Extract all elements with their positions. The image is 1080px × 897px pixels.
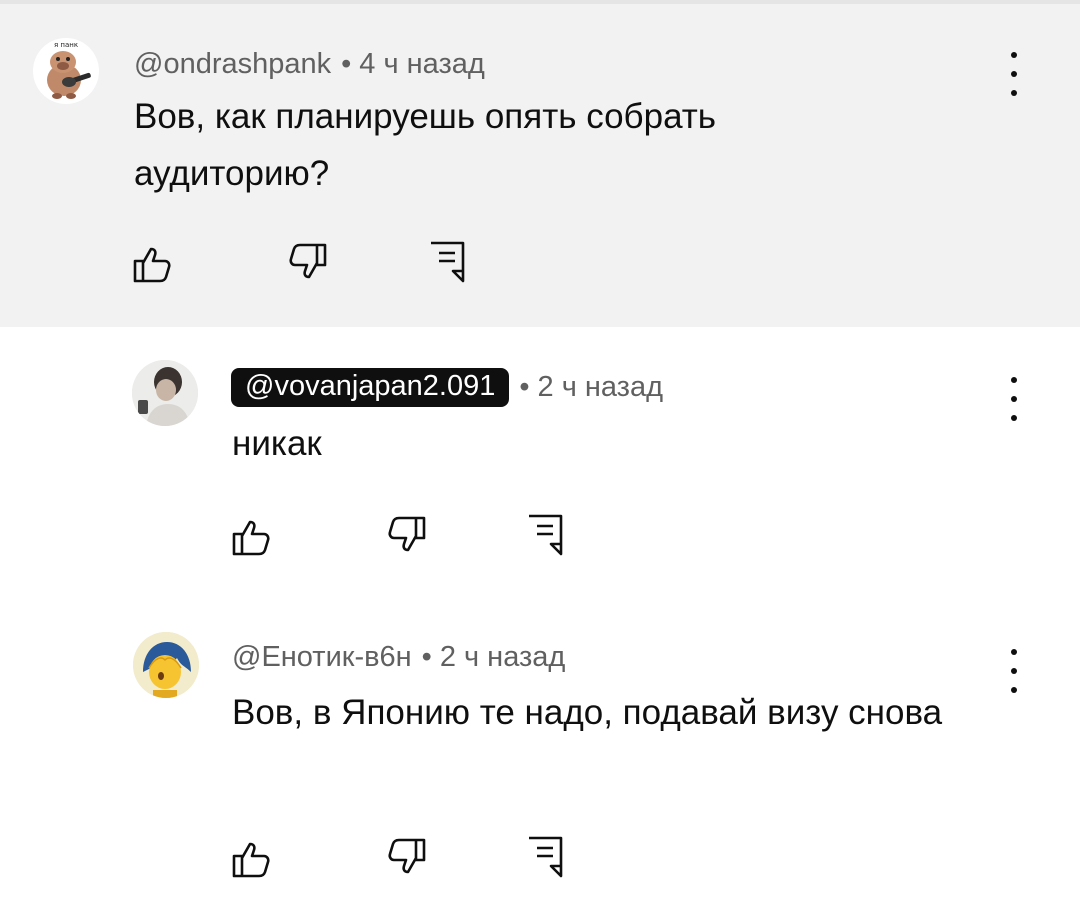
comment-time[interactable]: 2 ч назад: [538, 371, 664, 404]
thumbs-up-icon: [232, 842, 270, 878]
comment-text: никак: [232, 424, 322, 463]
meta-separator: •: [421, 640, 432, 673]
like-button[interactable]: [230, 836, 274, 880]
svg-text:я панк: я панк: [54, 41, 78, 49]
thumbs-down-icon: [388, 516, 426, 552]
avatar[interactable]: я панк: [33, 38, 99, 104]
comment-item: @vovanjapan2.091 • 2 ч назад никак: [0, 327, 1080, 597]
reply-comment-icon: [431, 241, 465, 283]
more-vert-icon[interactable]: [1004, 377, 1024, 421]
comment-time[interactable]: 4 ч назад: [359, 48, 485, 81]
reply-button[interactable]: [523, 834, 567, 878]
dislike-button[interactable]: [285, 241, 329, 285]
reply-comment-icon: [529, 514, 563, 556]
thumbs-down-icon: [388, 838, 426, 874]
more-vert-icon[interactable]: [1004, 649, 1024, 693]
thumbs-up-icon: [232, 520, 270, 556]
comment-time[interactable]: 2 ч назад: [440, 641, 566, 674]
comment-text: Вов, как планируешь опять собрать аудито…: [134, 97, 717, 193]
comment-header: @ondrashpank • 4 ч назад: [134, 44, 485, 84]
comment-author[interactable]: @ondrashpank: [134, 48, 331, 81]
meta-separator: •: [519, 370, 530, 403]
comment-item: я панк @ondrashpank • 4 ч назад Вов, как…: [0, 4, 1080, 327]
avatar[interactable]: [132, 360, 198, 426]
comment-author[interactable]: @vovanjapan2.091: [231, 367, 510, 407]
more-vert-icon[interactable]: [1004, 52, 1024, 96]
like-button[interactable]: [230, 514, 274, 558]
comment-item: @Енотик-в6н • 2 ч назад Вов, в Японию те…: [0, 597, 1080, 897]
comment-header: @Енотик-в6н • 2 ч назад: [232, 637, 565, 677]
like-button[interactable]: [131, 241, 175, 285]
comment-text: Вов, в Японию те надо, подавай визу снов…: [232, 693, 943, 732]
anime-character-avatar: [133, 632, 199, 698]
comment-author[interactable]: @Енотик-в6н: [232, 641, 412, 674]
reply-comment-icon: [529, 836, 563, 878]
person-photo-avatar: [132, 360, 198, 426]
reply-button[interactable]: [425, 239, 469, 283]
cartoon-pig-guitar-avatar: я панк: [47, 41, 91, 99]
thumbs-up-icon: [133, 247, 171, 283]
reply-button[interactable]: [523, 512, 567, 556]
thumbs-down-icon: [289, 243, 327, 279]
avatar[interactable]: [133, 632, 199, 698]
meta-separator: •: [341, 47, 352, 80]
dislike-button[interactable]: [384, 836, 428, 880]
dislike-button[interactable]: [384, 514, 428, 558]
comment-header: @vovanjapan2.091 • 2 ч назад: [231, 365, 663, 409]
